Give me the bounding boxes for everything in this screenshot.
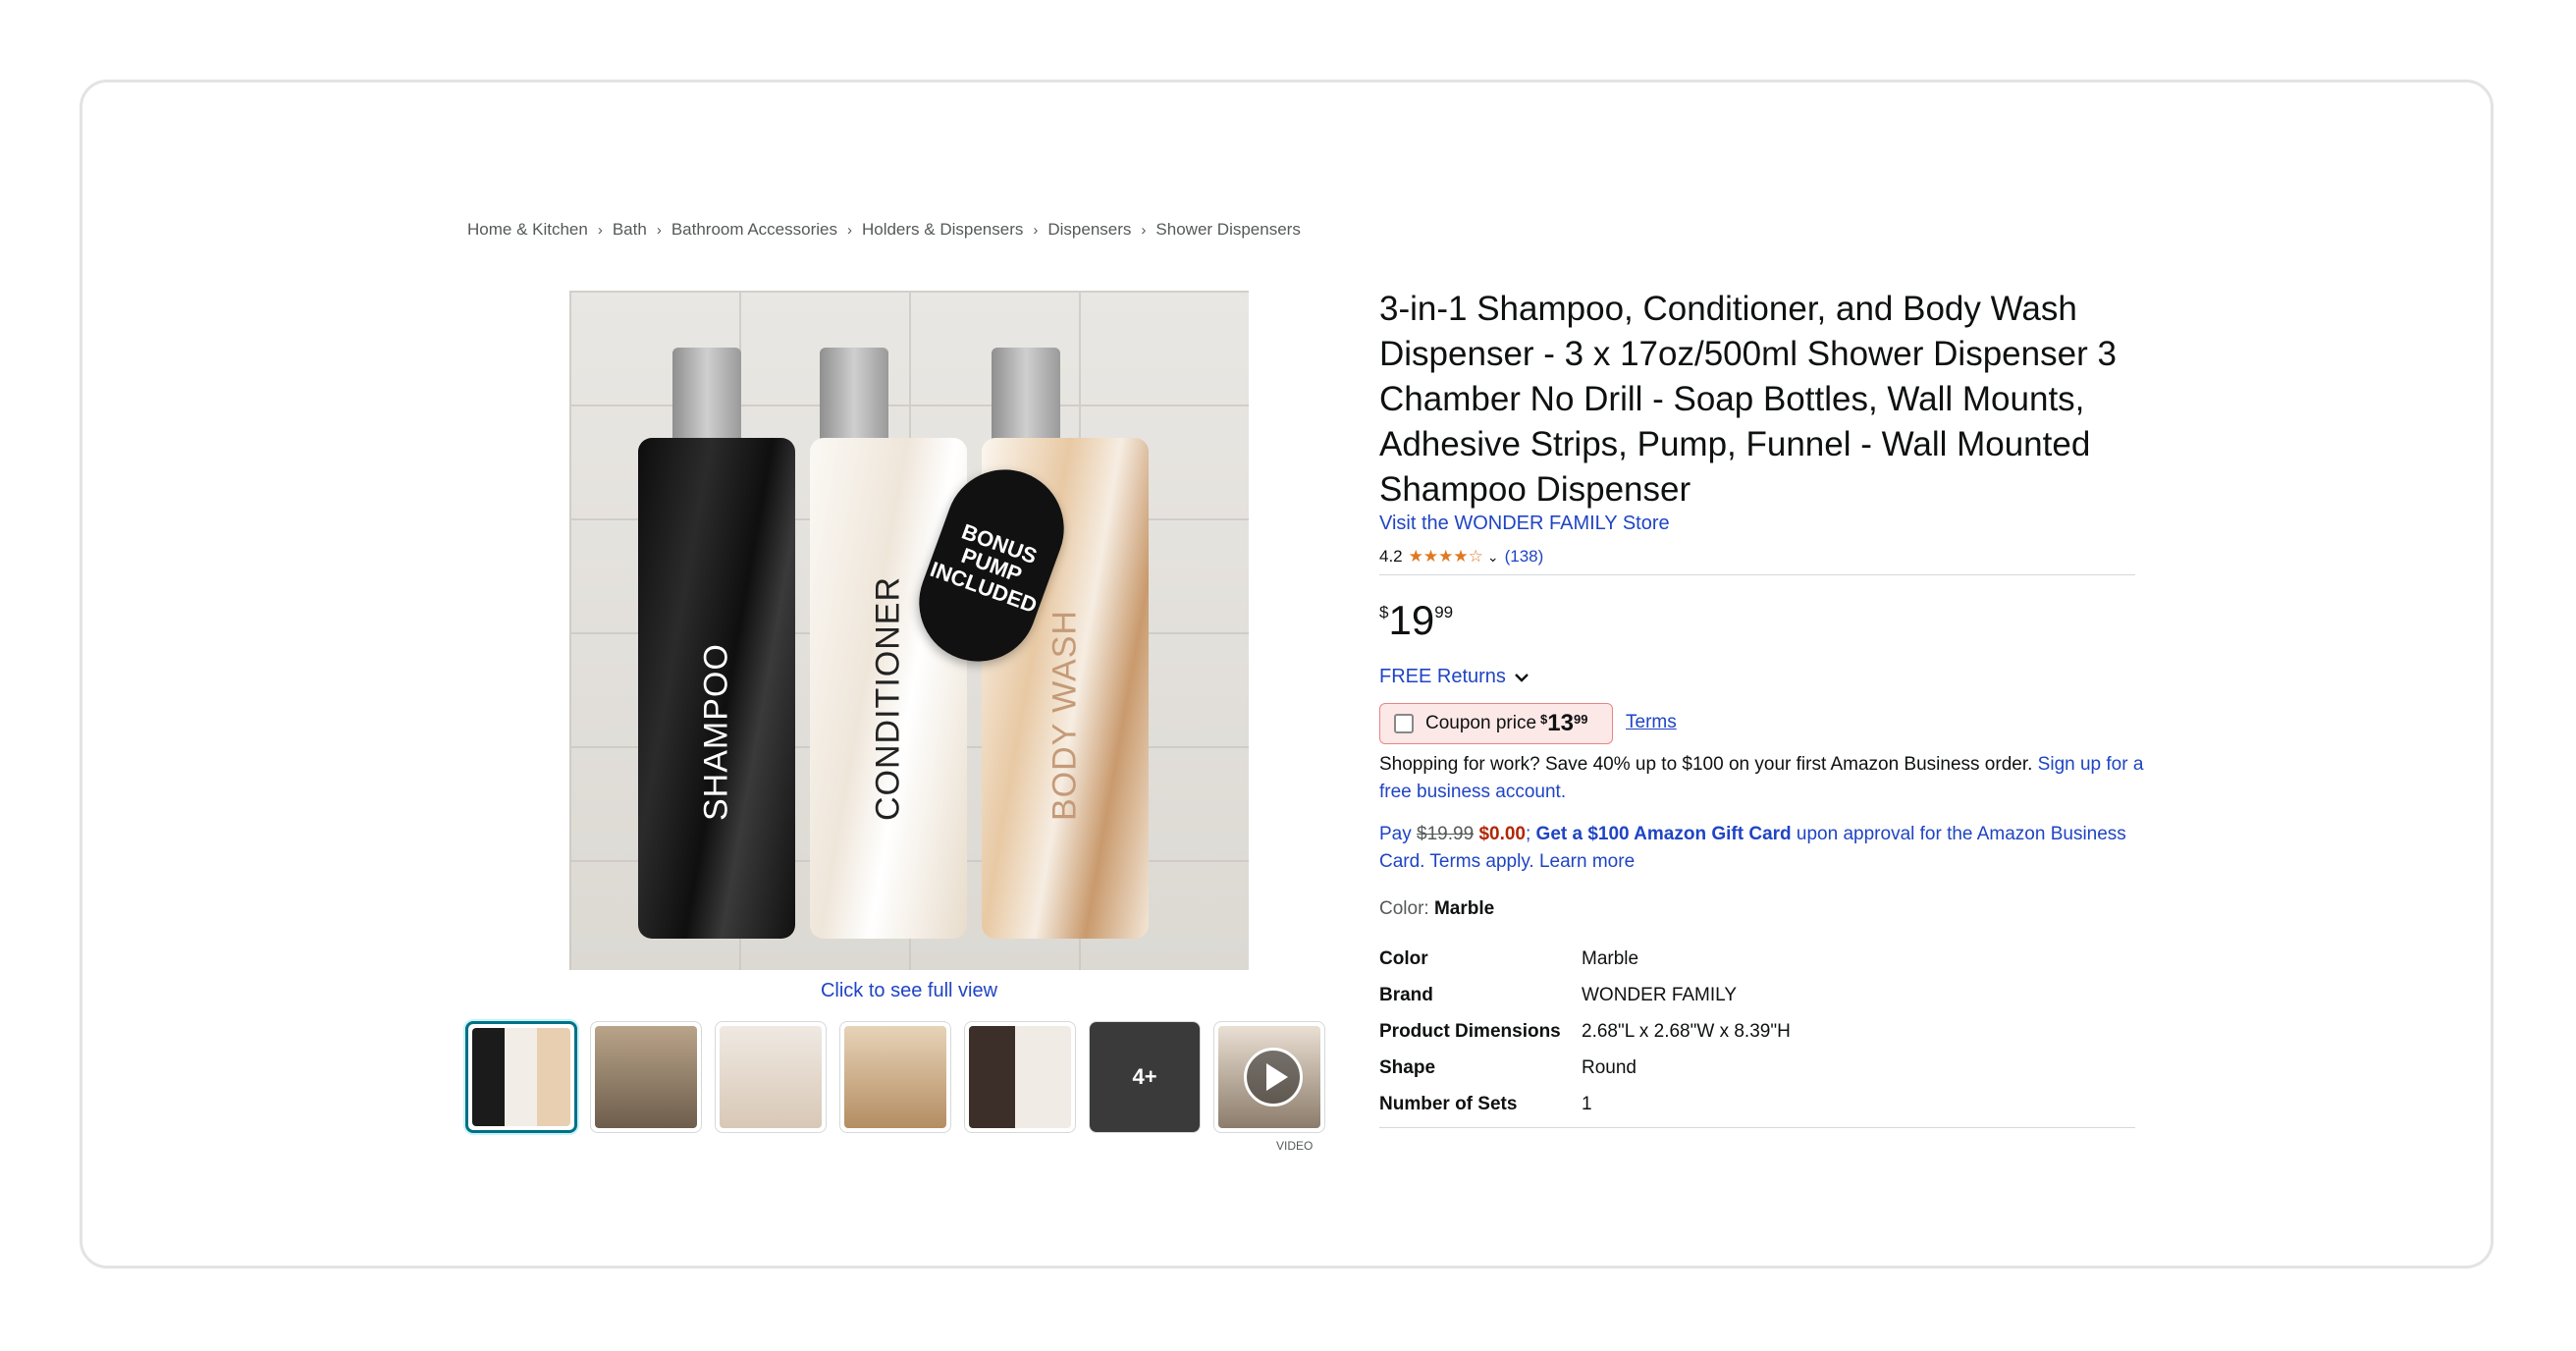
card-pay-label: Pay bbox=[1379, 824, 1412, 844]
breadcrumb-bathroom-accessories[interactable]: Bathroom Accessories bbox=[671, 220, 837, 240]
thumbnail-strip: 4+ bbox=[465, 1021, 1325, 1133]
free-returns-label: FREE Returns bbox=[1379, 666, 1506, 687]
chevron-down-icon[interactable]: ⌄ bbox=[1487, 549, 1499, 566]
bottle-shampoo: SHAMPOO bbox=[638, 438, 795, 939]
card-sep: ; bbox=[1525, 824, 1531, 844]
coupon-checkbox[interactable] bbox=[1394, 714, 1414, 733]
color-value: Marble bbox=[1433, 898, 1495, 919]
color-selection: Color: Marble bbox=[1379, 898, 1494, 920]
bottle-label-bodywash: BODY WASH bbox=[1046, 610, 1084, 821]
spec-key: Color bbox=[1379, 947, 1428, 969]
spec-row: Product Dimensions 2.68"L x 2.68"W x 8.3… bbox=[1379, 1013, 1791, 1050]
breadcrumb-dispensers[interactable]: Dispensers bbox=[1047, 220, 1131, 240]
card-gift-text: Get a $100 Amazon Gift Card bbox=[1535, 824, 1792, 844]
spec-table: Color Marble Brand WONDER FAMILY Product… bbox=[1379, 941, 1791, 1122]
coupon-price: $13 99 bbox=[1540, 710, 1587, 737]
rating-row: 4.2 ★★★★☆ ⌄ (138) bbox=[1379, 547, 1543, 567]
main-product-image[interactable]: SHAMPOO CONDITIONER BODY WASH BONUS PUMP… bbox=[569, 291, 1249, 970]
bottle-label-shampoo: SHAMPOO bbox=[697, 643, 735, 821]
coupon-currency: $ bbox=[1540, 712, 1548, 727]
breadcrumb: Home & Kitchen › Bath › Bathroom Accesso… bbox=[467, 220, 1301, 240]
business-offer: Shopping for work? Save 40% up to $100 o… bbox=[1379, 751, 2145, 806]
breadcrumb-separator: › bbox=[656, 221, 662, 239]
breadcrumb-separator: › bbox=[1033, 221, 1039, 239]
pump-conditioner bbox=[820, 348, 888, 446]
spec-value: Marble bbox=[1582, 947, 1639, 969]
rating-count-link[interactable]: (138) bbox=[1505, 547, 1544, 567]
chevron-down-icon bbox=[1515, 673, 1529, 682]
thumbnail-2[interactable] bbox=[590, 1021, 702, 1133]
bottle-conditioner: CONDITIONER bbox=[810, 438, 967, 939]
thumbnail-5[interactable] bbox=[964, 1021, 1076, 1133]
spec-value: 1 bbox=[1582, 1093, 1592, 1114]
rating-value: 4.2 bbox=[1379, 547, 1403, 566]
card-learn-more-link[interactable]: Learn more bbox=[1539, 851, 1635, 872]
spec-value: Round bbox=[1582, 1056, 1637, 1078]
breadcrumb-home-kitchen[interactable]: Home & Kitchen bbox=[467, 220, 588, 240]
play-icon bbox=[1244, 1048, 1303, 1107]
breadcrumb-bath[interactable]: Bath bbox=[613, 220, 647, 240]
spec-value: WONDER FAMILY bbox=[1582, 984, 1737, 1005]
full-view-link[interactable]: Click to see full view bbox=[569, 980, 1249, 1002]
bottle-label-conditioner: CONDITIONER bbox=[869, 576, 907, 821]
divider bbox=[1379, 1127, 2135, 1128]
breadcrumb-separator: › bbox=[1141, 221, 1147, 239]
price-currency: $ bbox=[1379, 603, 1389, 621]
spec-row: Shape Round bbox=[1379, 1050, 1791, 1086]
coupon-terms-link[interactable]: Terms bbox=[1626, 712, 1677, 733]
thumbnail-video[interactable] bbox=[1213, 1021, 1325, 1133]
business-offer-text: Shopping for work? Save 40% up to $100 o… bbox=[1379, 754, 2033, 775]
spec-row: Brand WONDER FAMILY bbox=[1379, 977, 1791, 1013]
color-label: Color: bbox=[1379, 898, 1429, 919]
more-images-label: 4+ bbox=[1132, 1064, 1157, 1089]
video-caption: VIDEO bbox=[1276, 1139, 1314, 1153]
store-link[interactable]: Visit the WONDER FAMILY Store bbox=[1379, 513, 1670, 535]
thumbnail-1[interactable] bbox=[465, 1021, 577, 1133]
price: $ 19 99 bbox=[1379, 597, 1453, 644]
breadcrumb-holders-dispensers[interactable]: Holders & Dispensers bbox=[862, 220, 1023, 240]
thumbnail-3[interactable] bbox=[715, 1021, 827, 1133]
breadcrumb-separator: › bbox=[597, 221, 603, 239]
spec-key: Brand bbox=[1379, 984, 1433, 1005]
thumbnail-4[interactable] bbox=[839, 1021, 951, 1133]
spec-row: Color Marble bbox=[1379, 941, 1791, 977]
card-old-price: $19.99 bbox=[1417, 824, 1475, 844]
card-offer[interactable]: Pay $19.99 $0.00; Get a $100 Amazon Gift… bbox=[1379, 821, 2145, 876]
star-rating-icon[interactable]: ★★★★☆ bbox=[1409, 547, 1483, 567]
price-whole: 19 bbox=[1388, 597, 1435, 643]
thumbnail-more[interactable]: 4+ bbox=[1089, 1021, 1201, 1133]
breadcrumb-shower-dispensers[interactable]: Shower Dispensers bbox=[1155, 220, 1300, 240]
coupon-label: Coupon price bbox=[1425, 713, 1537, 733]
divider bbox=[1379, 574, 2135, 575]
spec-value: 2.68"L x 2.68"W x 8.39"H bbox=[1582, 1020, 1791, 1042]
breadcrumb-separator: › bbox=[846, 221, 852, 239]
spec-key: Shape bbox=[1379, 1056, 1436, 1078]
free-returns-link[interactable]: FREE Returns bbox=[1379, 666, 1530, 688]
product-title: 3-in-1 Shampoo, Conditioner, and Body Wa… bbox=[1379, 290, 2117, 509]
spec-key: Product Dimensions bbox=[1379, 1020, 1561, 1042]
pump-bodywash bbox=[992, 348, 1060, 446]
price-fraction: 99 bbox=[1434, 603, 1454, 621]
spec-key: Number of Sets bbox=[1379, 1093, 1518, 1114]
coupon-whole: 13 bbox=[1547, 710, 1574, 736]
card-new-price: $0.00 bbox=[1478, 824, 1526, 844]
spec-row: Number of Sets 1 bbox=[1379, 1086, 1791, 1122]
coupon-fraction: 99 bbox=[1573, 712, 1588, 727]
pump-shampoo bbox=[672, 348, 741, 446]
coupon-box: Coupon price $13 99 bbox=[1379, 703, 1613, 744]
